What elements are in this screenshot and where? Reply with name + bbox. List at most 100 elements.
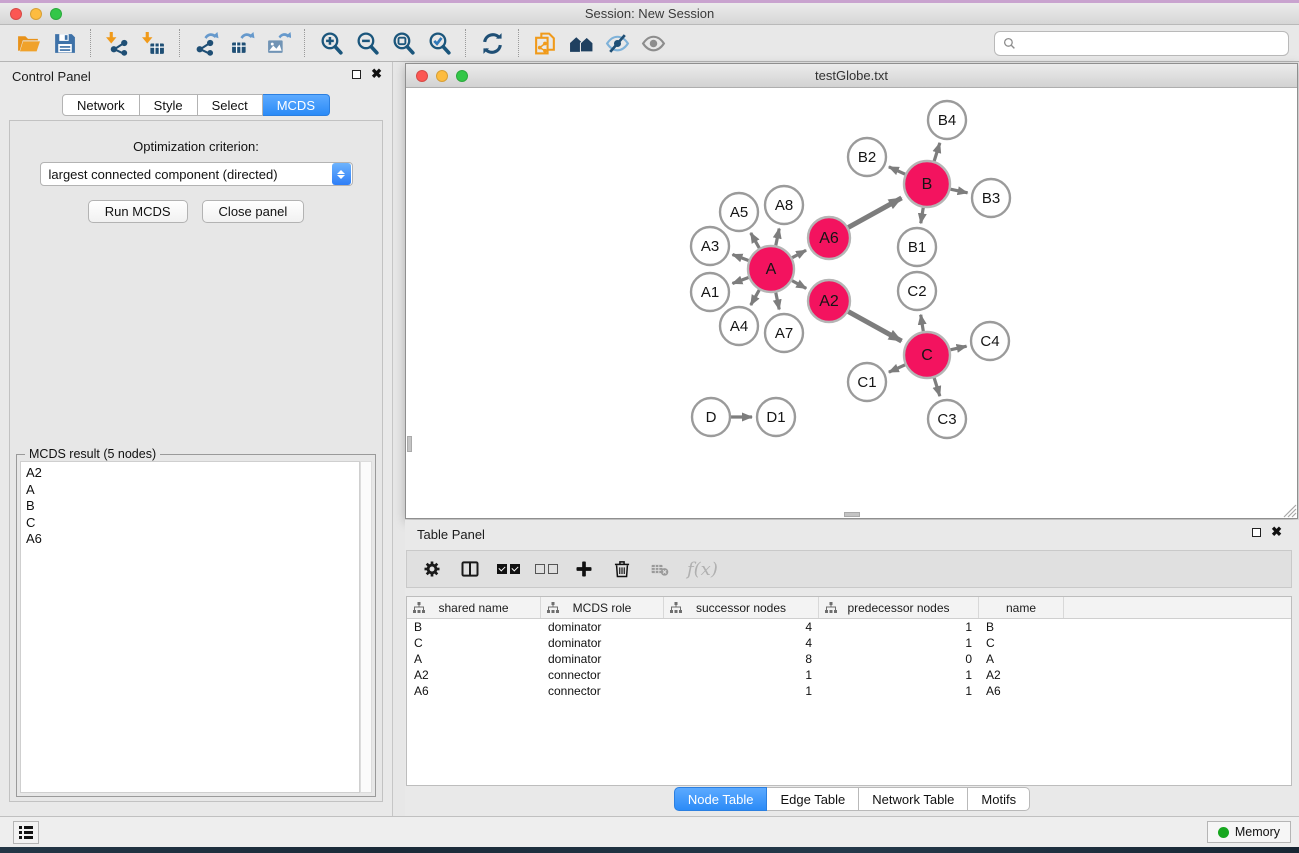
edge-A-A1[interactable] bbox=[732, 277, 748, 283]
open-file-button[interactable] bbox=[10, 27, 46, 59]
export-network-button[interactable] bbox=[188, 27, 224, 59]
tab-node-table[interactable]: Node Table bbox=[674, 787, 768, 811]
export-table-button[interactable] bbox=[224, 27, 260, 59]
float-panel-icon[interactable] bbox=[352, 70, 361, 79]
search-input[interactable] bbox=[1022, 35, 1280, 52]
optimization-select[interactable]: largest connected component (directed) bbox=[40, 162, 353, 186]
edge-B-B2[interactable] bbox=[889, 167, 905, 174]
list-item[interactable]: A2 bbox=[26, 465, 359, 482]
network-canvas[interactable]: B4B2BB3A5A8A6B1A3AC2A1A2A4A7C4CC1C3DD1 bbox=[406, 88, 1297, 518]
edge-C-C2[interactable] bbox=[921, 315, 924, 332]
list-item[interactable]: A bbox=[26, 482, 359, 499]
zoom-out-button[interactable] bbox=[349, 27, 385, 59]
zoom-in-button[interactable] bbox=[313, 27, 349, 59]
tab-style[interactable]: Style bbox=[140, 94, 198, 116]
tab-edge-table[interactable]: Edge Table bbox=[767, 787, 859, 811]
edge-B-B1[interactable] bbox=[921, 208, 923, 224]
save-session-button[interactable] bbox=[46, 27, 82, 59]
cell-shared-name[interactable]: C bbox=[407, 635, 541, 651]
edge-A-A7[interactable] bbox=[776, 293, 779, 310]
search-field[interactable] bbox=[994, 31, 1289, 56]
cell-predecessor-nodes[interactable]: 1 bbox=[819, 667, 979, 683]
cell-mcds-role[interactable]: connector bbox=[541, 667, 664, 683]
cell-successor-nodes[interactable]: 8 bbox=[664, 651, 819, 667]
cell-mcds-role[interactable]: connector bbox=[541, 683, 664, 699]
edge-A6-B[interactable] bbox=[848, 198, 901, 227]
edge-C-C3[interactable] bbox=[934, 378, 940, 396]
list-item[interactable]: B bbox=[26, 498, 359, 515]
mcds-result-list[interactable]: A2 A B C A6 bbox=[20, 461, 360, 793]
cell-name[interactable]: B bbox=[979, 619, 1064, 635]
cell-name[interactable]: A6 bbox=[979, 683, 1064, 699]
column-header-mcds-role[interactable]: MCDS role bbox=[541, 597, 664, 618]
tab-network-table[interactable]: Network Table bbox=[859, 787, 968, 811]
vertical-scrollbar-thumb[interactable] bbox=[407, 436, 412, 452]
resize-grip[interactable] bbox=[1283, 504, 1297, 518]
column-header-shared-name[interactable]: shared name bbox=[407, 597, 541, 618]
memory-button[interactable]: Memory bbox=[1207, 821, 1291, 843]
table-row[interactable]: A6 connector 1 1 A6 bbox=[407, 683, 1291, 699]
clone-network-button[interactable] bbox=[527, 27, 563, 59]
task-history-button[interactable] bbox=[13, 821, 39, 844]
zoom-fit-button[interactable] bbox=[385, 27, 421, 59]
cell-mcds-role[interactable]: dominator bbox=[541, 619, 664, 635]
cell-shared-name[interactable]: B bbox=[407, 619, 541, 635]
cell-successor-nodes[interactable]: 1 bbox=[664, 667, 819, 683]
table-settings-button[interactable] bbox=[417, 554, 447, 584]
cell-name[interactable]: A2 bbox=[979, 667, 1064, 683]
export-image-button[interactable] bbox=[260, 27, 296, 59]
close-panel-icon[interactable]: ✖ bbox=[1271, 527, 1282, 537]
column-header-name[interactable]: name bbox=[979, 597, 1064, 618]
select-all-button[interactable] bbox=[493, 554, 523, 584]
column-header-predecessor-nodes[interactable]: predecessor nodes bbox=[819, 597, 979, 618]
column-header-successor-nodes[interactable]: successor nodes bbox=[664, 597, 819, 618]
tab-mcds[interactable]: MCDS bbox=[263, 94, 330, 116]
cell-mcds-role[interactable]: dominator bbox=[541, 635, 664, 651]
float-panel-icon[interactable] bbox=[1252, 528, 1261, 537]
edge-A-A4[interactable] bbox=[751, 290, 760, 305]
list-item[interactable]: C bbox=[26, 515, 359, 532]
edge-C-C4[interactable] bbox=[950, 346, 966, 350]
close-panel-button[interactable]: Close panel bbox=[202, 200, 305, 223]
horizontal-scrollbar-thumb[interactable] bbox=[844, 512, 860, 517]
import-network-button[interactable] bbox=[99, 27, 135, 59]
edge-B-B3[interactable] bbox=[950, 189, 967, 193]
zoom-selected-button[interactable] bbox=[421, 27, 457, 59]
edge-A-A5[interactable] bbox=[751, 233, 760, 248]
cell-predecessor-nodes[interactable]: 0 bbox=[819, 651, 979, 667]
cell-shared-name[interactable]: A bbox=[407, 651, 541, 667]
delete-column-button[interactable] bbox=[607, 554, 637, 584]
tab-network[interactable]: Network bbox=[62, 94, 140, 116]
close-panel-icon[interactable]: ✖ bbox=[371, 69, 382, 79]
edge-A-A8[interactable] bbox=[776, 229, 779, 246]
table-row[interactable]: A2 connector 1 1 A2 bbox=[407, 667, 1291, 683]
cell-name[interactable]: A bbox=[979, 651, 1064, 667]
delete-table-button[interactable] bbox=[645, 554, 675, 584]
table-row[interactable]: A dominator 8 0 A bbox=[407, 651, 1291, 667]
tab-select[interactable]: Select bbox=[198, 94, 263, 116]
tab-motifs[interactable]: Motifs bbox=[968, 787, 1030, 811]
edge-A-A2[interactable] bbox=[792, 281, 806, 289]
cell-name[interactable]: C bbox=[979, 635, 1064, 651]
show-all-button[interactable] bbox=[635, 27, 671, 59]
edge-C-C1[interactable] bbox=[889, 365, 905, 372]
cell-shared-name[interactable]: A2 bbox=[407, 667, 541, 683]
cell-predecessor-nodes[interactable]: 1 bbox=[819, 635, 979, 651]
table-row[interactable]: B dominator 4 1 B bbox=[407, 619, 1291, 635]
split-pane-button[interactable] bbox=[455, 554, 485, 584]
cell-predecessor-nodes[interactable]: 1 bbox=[819, 683, 979, 699]
cell-successor-nodes[interactable]: 1 bbox=[664, 683, 819, 699]
cell-predecessor-nodes[interactable]: 1 bbox=[819, 619, 979, 635]
list-item[interactable]: A6 bbox=[26, 531, 359, 548]
deselect-all-button[interactable] bbox=[531, 554, 561, 584]
edge-A-A6[interactable] bbox=[792, 250, 806, 257]
cell-shared-name[interactable]: A6 bbox=[407, 683, 541, 699]
list-scrollbar[interactable] bbox=[360, 461, 372, 793]
import-table-button[interactable] bbox=[135, 27, 171, 59]
refresh-layout-button[interactable] bbox=[474, 27, 510, 59]
edge-B-B4[interactable] bbox=[934, 143, 940, 161]
network-window-titlebar[interactable]: testGlobe.txt bbox=[406, 64, 1297, 88]
cell-successor-nodes[interactable]: 4 bbox=[664, 619, 819, 635]
edge-A2-C[interactable] bbox=[848, 312, 901, 341]
edge-A-A3[interactable] bbox=[732, 254, 748, 260]
